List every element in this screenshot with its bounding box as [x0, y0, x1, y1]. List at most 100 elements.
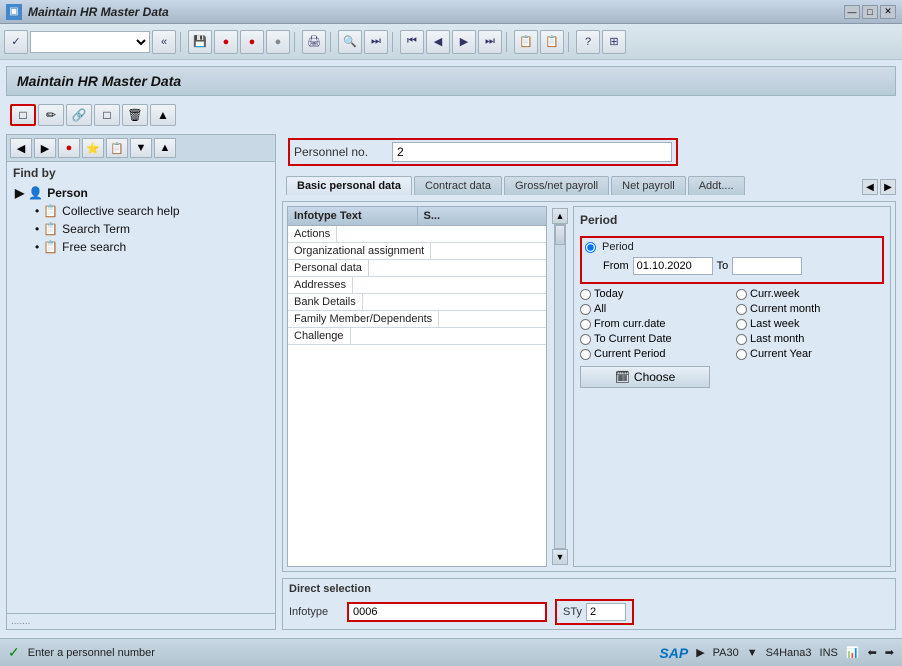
- last-week-label: Last week: [750, 318, 800, 330]
- close-button[interactable]: ✕: [880, 5, 896, 19]
- sty-input[interactable]: [586, 603, 626, 621]
- choose-button[interactable]: 🗓 Choose: [580, 366, 710, 388]
- back-button[interactable]: «: [152, 30, 176, 54]
- prev-button[interactable]: ◀: [426, 30, 450, 54]
- nav-down[interactable]: ▼: [130, 138, 152, 158]
- personnel-input[interactable]: [392, 142, 672, 162]
- btn-r2[interactable]: ●: [240, 30, 264, 54]
- content-layout: ◀ ▶ ● ⭐ 📋 ▼ ▲ Find by ▶ 👤 Person • 📋 Col…: [6, 134, 896, 630]
- copy-record-button[interactable]: □: [94, 104, 120, 126]
- table-row[interactable]: Addresses: [288, 277, 546, 294]
- sep2: [294, 32, 298, 52]
- table-row[interactable]: Actions: [288, 226, 546, 243]
- print-button[interactable]: 🖨: [302, 30, 326, 54]
- link-button[interactable]: 🔗: [66, 104, 92, 126]
- table-body: Actions Organizational assignment Person…: [288, 226, 546, 566]
- radio-last-month: Last month: [736, 333, 884, 345]
- right-panel: Personnel no. Basic personal data Contra…: [282, 134, 896, 630]
- row-actions-s: [337, 226, 546, 242]
- sap-logo: SAP: [659, 645, 688, 661]
- arrow-left-icon[interactable]: ⬅: [868, 646, 877, 659]
- tree-item-search-term[interactable]: • 📋 Search Term: [7, 220, 275, 238]
- ins-label: INS: [820, 647, 838, 659]
- table-row[interactable]: Family Member/Dependents: [288, 311, 546, 328]
- chart-icon: 📊: [846, 646, 860, 659]
- nav-clip[interactable]: 📋: [106, 138, 128, 158]
- tree-item-free-search[interactable]: • 📋 Free search: [7, 238, 275, 256]
- edit-button[interactable]: ✏: [38, 104, 64, 126]
- pa30-label: PA30: [713, 647, 739, 659]
- overview-button[interactable]: ▲: [150, 104, 176, 126]
- table-row[interactable]: Personal data: [288, 260, 546, 277]
- nav-back[interactable]: ◀: [10, 138, 32, 158]
- last-button[interactable]: ⏭: [478, 30, 502, 54]
- nav-r1[interactable]: ●: [58, 138, 80, 158]
- tab-addt[interactable]: Addt....: [688, 176, 745, 195]
- tab-nav-left[interactable]: ◀: [862, 179, 878, 195]
- sep4: [392, 32, 396, 52]
- dropdown-arrow[interactable]: ▼: [747, 647, 758, 659]
- current-period-radio[interactable]: [580, 349, 591, 360]
- tab-contract[interactable]: Contract data: [414, 176, 502, 195]
- tab-gross-net[interactable]: Gross/net payroll: [504, 176, 609, 195]
- grid-button[interactable]: ⊞: [602, 30, 626, 54]
- radio-current-month: Current month: [736, 303, 884, 315]
- find-next-button[interactable]: ⏭: [364, 30, 388, 54]
- from-date-input[interactable]: [633, 257, 713, 275]
- help-button[interactable]: ?: [576, 30, 600, 54]
- nav-up[interactable]: ▲: [154, 138, 176, 158]
- toolbar-combo[interactable]: [30, 31, 150, 53]
- current-year-radio[interactable]: [736, 349, 747, 360]
- tab-net-payroll[interactable]: Net payroll: [611, 176, 686, 195]
- scroll-down-button[interactable]: ▼: [552, 549, 568, 565]
- from-curr-radio[interactable]: [580, 319, 591, 330]
- scroll-up-button[interactable]: ▲: [552, 208, 568, 224]
- arrow-right-icon[interactable]: ➡: [885, 646, 894, 659]
- table-scroll[interactable]: Actions Organizational assignment Person…: [288, 226, 546, 566]
- paste-button[interactable]: 📋: [540, 30, 564, 54]
- current-month-radio[interactable]: [736, 304, 747, 315]
- curr-week-label: Curr.week: [750, 288, 800, 300]
- curr-week-radio[interactable]: [736, 289, 747, 300]
- table-row[interactable]: Challenge: [288, 328, 546, 345]
- btn-r3[interactable]: ●: [266, 30, 290, 54]
- main-area: Maintain HR Master Data □ ✏ 🔗 □ 🗑 ▲ ◀ ▶ …: [0, 60, 902, 638]
- tab-nav-right[interactable]: ▶: [880, 179, 896, 195]
- last-month-radio[interactable]: [736, 334, 747, 345]
- sty-group: STy: [555, 599, 634, 625]
- period-radio[interactable]: [585, 242, 596, 253]
- copy-button[interactable]: 📋: [514, 30, 538, 54]
- all-radio[interactable]: [580, 304, 591, 315]
- bullet-icon: •: [35, 204, 39, 218]
- delete-button[interactable]: 🗑: [122, 104, 148, 126]
- minimize-button[interactable]: —: [844, 5, 860, 19]
- col-s: S...: [418, 207, 547, 225]
- check-button[interactable]: ✓: [4, 30, 28, 54]
- free-search-folder-icon: 📋: [43, 240, 58, 254]
- table-row[interactable]: Organizational assignment: [288, 243, 546, 260]
- create-button[interactable]: □: [10, 104, 36, 126]
- row-challenge: Challenge: [288, 328, 351, 344]
- left-panel: ◀ ▶ ● ⭐ 📋 ▼ ▲ Find by ▶ 👤 Person • 📋 Col…: [6, 134, 276, 630]
- tree-item-collective[interactable]: • 📋 Collective search help: [7, 202, 275, 220]
- to-date-input[interactable]: [732, 257, 802, 275]
- table-row[interactable]: Bank Details: [288, 294, 546, 311]
- tab-basic-personal[interactable]: Basic personal data: [286, 176, 412, 195]
- first-button[interactable]: ⏮: [400, 30, 424, 54]
- next-button[interactable]: ▶: [452, 30, 476, 54]
- app-icon: ▣: [6, 4, 22, 20]
- title-bar: ▣ Maintain HR Master Data — □ ✕: [0, 0, 902, 24]
- last-week-radio[interactable]: [736, 319, 747, 330]
- btn-r1[interactable]: ●: [214, 30, 238, 54]
- play-icon: ▶: [696, 646, 704, 659]
- find-button[interactable]: 🔍: [338, 30, 362, 54]
- to-current-radio[interactable]: [580, 334, 591, 345]
- maximize-button[interactable]: □: [862, 5, 878, 19]
- nav-fwd[interactable]: ▶: [34, 138, 56, 158]
- save-button[interactable]: 💾: [188, 30, 212, 54]
- s4hana-label: S4Hana3: [766, 647, 812, 659]
- today-radio[interactable]: [580, 289, 591, 300]
- tree-item-person[interactable]: ▶ 👤 Person: [7, 184, 275, 202]
- nav-star[interactable]: ⭐: [82, 138, 104, 158]
- infotype-input[interactable]: [347, 602, 547, 622]
